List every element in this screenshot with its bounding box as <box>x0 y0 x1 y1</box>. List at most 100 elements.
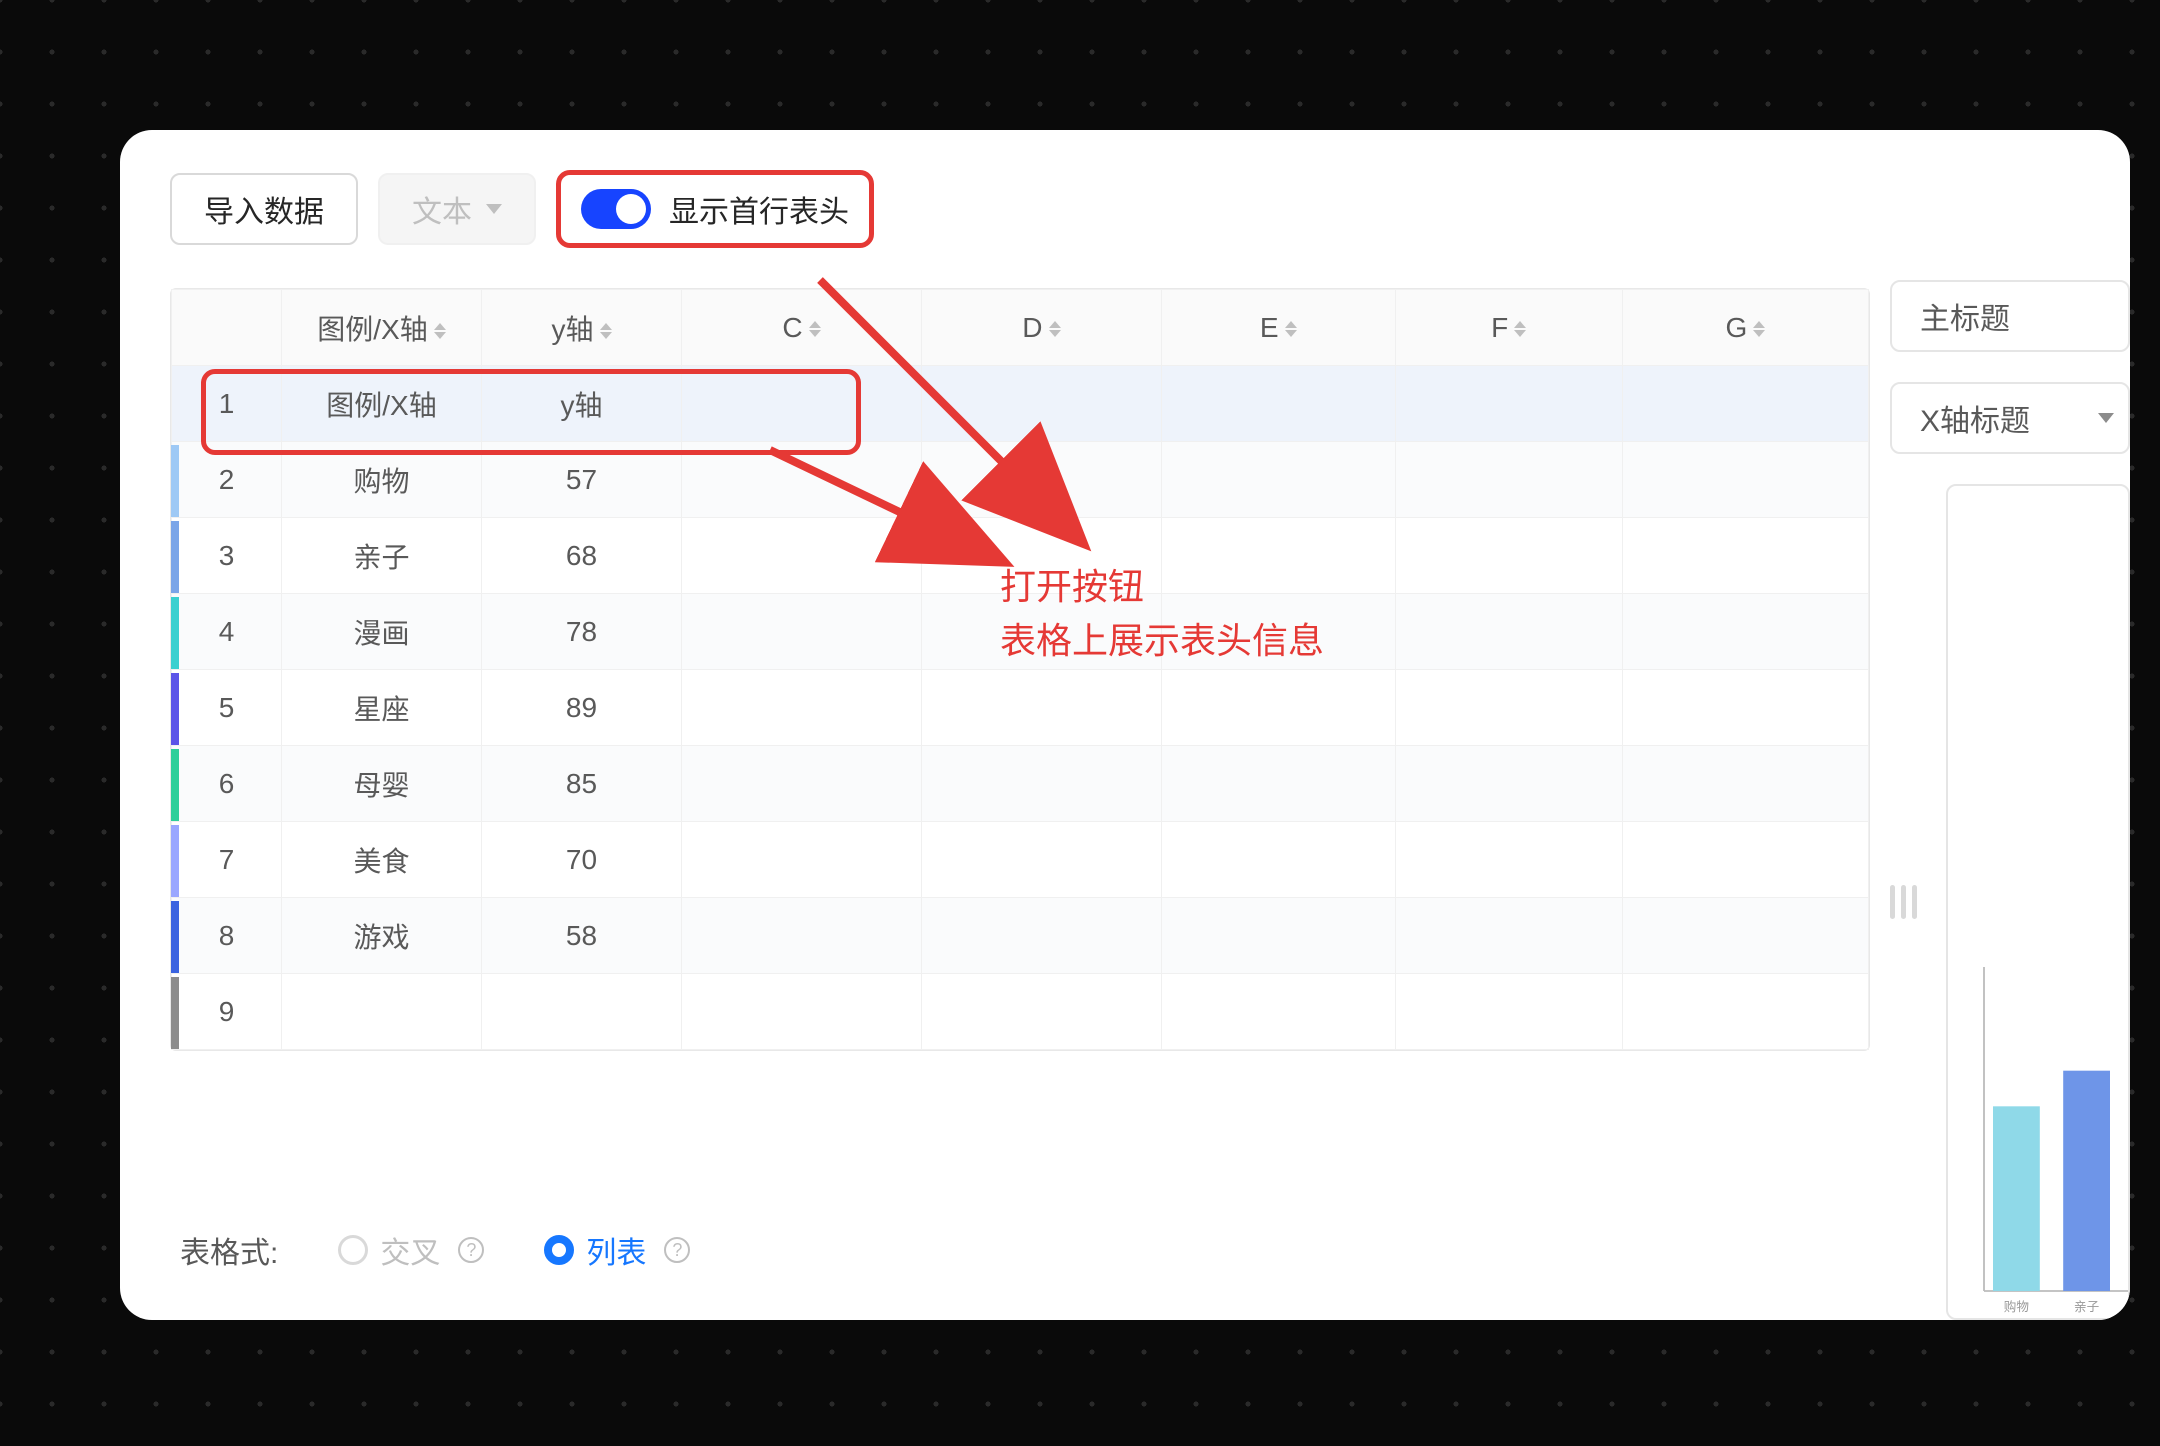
table-row[interactable]: 7美食70 <box>172 822 1869 898</box>
row-number-cell[interactable]: 1 <box>172 366 282 442</box>
radio-cross[interactable]: 交叉 ? <box>338 1228 484 1272</box>
col-d[interactable]: D <box>921 290 1161 366</box>
data-cell[interactable]: 78 <box>482 594 682 670</box>
data-cell[interactable] <box>1622 822 1868 898</box>
data-cell[interactable] <box>1161 974 1395 1050</box>
data-cell[interactable]: 57 <box>482 442 682 518</box>
data-cell[interactable] <box>1161 366 1395 442</box>
table-row[interactable]: 5星座89 <box>172 670 1869 746</box>
col-g[interactable]: G <box>1622 290 1868 366</box>
data-cell[interactable] <box>921 746 1161 822</box>
data-cell[interactable] <box>1622 442 1868 518</box>
data-cell[interactable] <box>1161 442 1395 518</box>
row-number-cell[interactable]: 6 <box>172 746 282 822</box>
data-cell[interactable]: 星座 <box>282 670 482 746</box>
data-cell[interactable]: 70 <box>482 822 682 898</box>
data-cell[interactable]: 美食 <box>282 822 482 898</box>
data-cell[interactable]: 亲子 <box>282 518 482 594</box>
col-rownum[interactable] <box>172 290 282 366</box>
table-row[interactable]: 6母婴85 <box>172 746 1869 822</box>
data-cell[interactable] <box>1161 898 1395 974</box>
row-number-cell[interactable]: 3 <box>172 518 282 594</box>
data-cell[interactable]: 68 <box>482 518 682 594</box>
data-cell[interactable] <box>682 746 922 822</box>
data-cell[interactable] <box>1395 822 1622 898</box>
row-number-cell[interactable]: 7 <box>172 822 282 898</box>
drag-handle-icon[interactable] <box>1890 484 1920 1320</box>
data-cell[interactable] <box>1395 366 1622 442</box>
data-cell[interactable] <box>921 366 1161 442</box>
data-cell[interactable] <box>921 898 1161 974</box>
data-type-select[interactable]: 文本 <box>378 173 536 245</box>
data-cell[interactable] <box>1622 670 1868 746</box>
data-cell[interactable] <box>1622 898 1868 974</box>
data-cell[interactable] <box>1395 442 1622 518</box>
row-number-cell[interactable]: 4 <box>172 594 282 670</box>
col-b[interactable]: y轴 <box>482 290 682 366</box>
col-a[interactable]: 图例/X轴 <box>282 290 482 366</box>
import-data-button[interactable]: 导入数据 <box>170 173 358 245</box>
main-title-field[interactable]: 主标题 <box>1890 280 2130 352</box>
data-cell[interactable] <box>682 898 922 974</box>
table-row[interactable]: 9 <box>172 974 1869 1050</box>
data-cell[interactable] <box>1161 822 1395 898</box>
data-cell[interactable] <box>682 974 922 1050</box>
show-header-toggle-group: 显示首行表头 <box>556 170 874 248</box>
row-color-indicator <box>171 901 179 973</box>
data-cell[interactable] <box>921 822 1161 898</box>
data-cell[interactable] <box>1622 594 1868 670</box>
data-cell[interactable] <box>1622 974 1868 1050</box>
data-cell[interactable]: 89 <box>482 670 682 746</box>
data-cell[interactable]: 85 <box>482 746 682 822</box>
row-number-cell[interactable]: 8 <box>172 898 282 974</box>
data-cell[interactable] <box>282 974 482 1050</box>
data-cell[interactable] <box>1395 746 1622 822</box>
col-f[interactable]: F <box>1395 290 1622 366</box>
table-row[interactable]: 2购物57 <box>172 442 1869 518</box>
side-panel: 主标题 X轴标题 购物亲子漫画星座母婴美食游戏 <box>1890 280 2130 1320</box>
col-c[interactable]: C <box>682 290 922 366</box>
data-cell[interactable] <box>682 518 922 594</box>
data-cell[interactable] <box>921 974 1161 1050</box>
data-cell[interactable]: 漫画 <box>282 594 482 670</box>
data-cell[interactable] <box>682 442 922 518</box>
data-cell[interactable] <box>1161 670 1395 746</box>
show-header-switch[interactable] <box>581 189 651 229</box>
data-cell[interactable] <box>1395 670 1622 746</box>
data-cell[interactable]: 58 <box>482 898 682 974</box>
data-cell[interactable] <box>682 670 922 746</box>
row-number-cell[interactable]: 5 <box>172 670 282 746</box>
show-header-label: 显示首行表头 <box>669 187 849 231</box>
chart-bar <box>1993 1106 2040 1291</box>
table-row[interactable]: 8游戏58 <box>172 898 1869 974</box>
data-cell[interactable] <box>1622 366 1868 442</box>
data-cell[interactable] <box>921 670 1161 746</box>
data-cell[interactable]: 图例/X轴 <box>282 366 482 442</box>
data-cell[interactable] <box>1161 746 1395 822</box>
data-cell[interactable] <box>682 594 922 670</box>
data-cell[interactable]: 游戏 <box>282 898 482 974</box>
help-icon[interactable]: ? <box>664 1237 690 1263</box>
col-e[interactable]: E <box>1161 290 1395 366</box>
data-cell[interactable] <box>482 974 682 1050</box>
data-cell[interactable] <box>1622 518 1868 594</box>
data-cell[interactable] <box>1395 594 1622 670</box>
data-cell[interactable] <box>682 366 922 442</box>
chart-preview[interactable]: 购物亲子漫画星座母婴美食游戏 <box>1946 484 2130 1320</box>
data-cell[interactable] <box>682 822 922 898</box>
data-cell[interactable]: 母婴 <box>282 746 482 822</box>
help-icon[interactable]: ? <box>458 1237 484 1263</box>
data-cell[interactable] <box>921 442 1161 518</box>
row-number-cell[interactable]: 2 <box>172 442 282 518</box>
x-axis-title-select[interactable]: X轴标题 <box>1890 382 2130 454</box>
row-number-cell[interactable]: 9 <box>172 974 282 1050</box>
data-cell[interactable] <box>1395 974 1622 1050</box>
data-cell[interactable]: y轴 <box>482 366 682 442</box>
table-row[interactable]: 1图例/X轴y轴 <box>172 366 1869 442</box>
radio-list[interactable]: 列表 ? <box>544 1228 690 1272</box>
data-cell[interactable]: 购物 <box>282 442 482 518</box>
data-cell[interactable] <box>1622 746 1868 822</box>
data-grid[interactable]: 图例/X轴 y轴 C D E F G 1图例/X轴y轴2购物573亲子684漫画… <box>170 288 1870 1051</box>
data-cell[interactable] <box>1395 518 1622 594</box>
data-cell[interactable] <box>1395 898 1622 974</box>
